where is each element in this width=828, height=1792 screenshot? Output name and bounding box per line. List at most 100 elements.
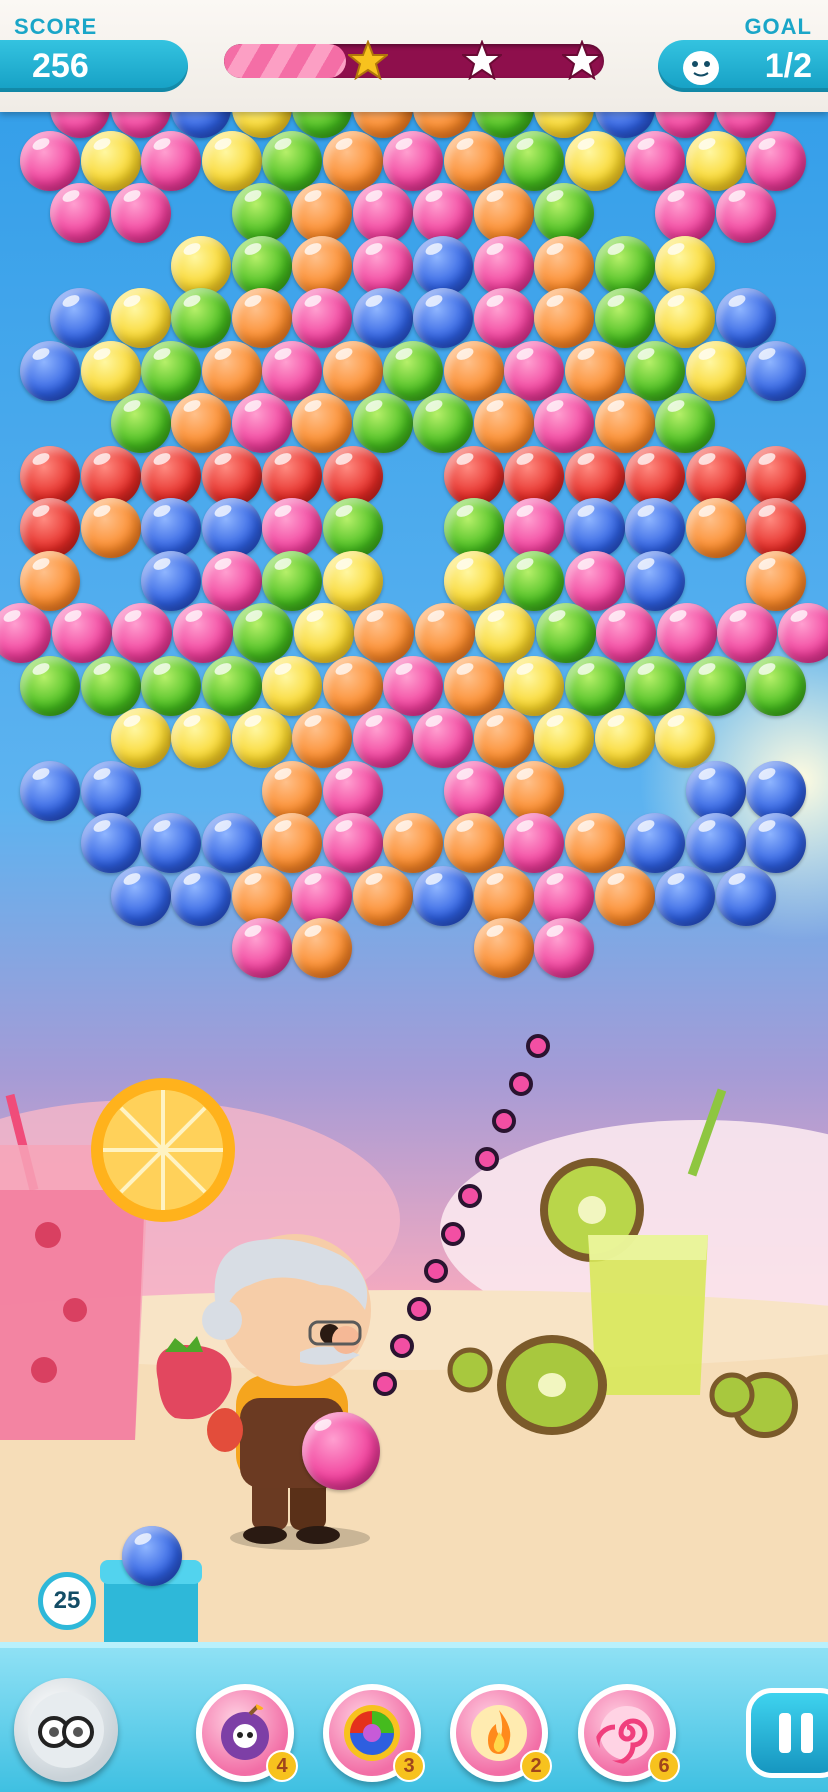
bubble-blue: [564, 498, 625, 558]
next-bubble[interactable]: [122, 1526, 182, 1586]
bubble-green: [564, 655, 625, 716]
bubble-blue: [746, 340, 806, 401]
bubble-yellow: [293, 603, 354, 663]
star-icon-3: [562, 40, 602, 80]
bubble-orange: [292, 708, 352, 768]
bubble-orange: [594, 865, 655, 926]
bubble-pink: [534, 865, 594, 926]
bubble-orange: [504, 760, 564, 821]
bubble-green: [171, 288, 231, 348]
bubble-blue: [20, 760, 80, 821]
bubble-yellow: [201, 130, 262, 191]
bubble-yellow: [80, 130, 141, 191]
bubble-pink: [383, 655, 443, 716]
score-progress-bar: [224, 44, 604, 78]
pause-icon-bar-left: [779, 1713, 791, 1753]
bubble-blue: [715, 865, 776, 926]
bubble-orange: [414, 603, 475, 663]
bubble-pink: [504, 813, 564, 873]
bubble-green: [262, 130, 322, 191]
bubble-green: [625, 340, 685, 401]
bubble-blue: [685, 813, 746, 873]
swap-bubble-button[interactable]: [14, 1678, 118, 1782]
bubble-pink: [655, 183, 715, 243]
bubble-blue: [141, 498, 201, 558]
bubble-yellow: [322, 550, 383, 611]
bubble-blue: [80, 760, 141, 821]
bubble-yellow: [504, 655, 564, 716]
goal-value-pill: 1/2: [658, 40, 828, 92]
bubble-green: [655, 393, 715, 453]
bubble-grid: [0, 0, 828, 1792]
bubble-orange: [354, 603, 414, 663]
bubble-green: [685, 655, 746, 716]
bubble-orange: [262, 760, 322, 821]
bubble-green: [262, 550, 322, 611]
bubble-red: [443, 445, 504, 506]
fire-icon: [471, 1705, 527, 1761]
booster-lollipop-button[interactable]: 6: [578, 1684, 680, 1782]
bubble-pink: [413, 183, 473, 243]
aim-dot: [458, 1184, 482, 1208]
bubble-green: [746, 655, 806, 716]
bubble-yellow: [655, 235, 715, 296]
current-bubble[interactable]: [302, 1412, 380, 1490]
bubble-pink: [110, 183, 171, 243]
bubble-orange: [292, 918, 352, 978]
bubble-orange: [443, 340, 504, 401]
aim-dot: [373, 1372, 397, 1396]
aim-dot: [424, 1259, 448, 1283]
swap-icon: [28, 1692, 104, 1768]
star-icon-2: [462, 40, 502, 80]
bubble-blue: [50, 288, 110, 348]
bubble-blue: [746, 760, 806, 821]
goal-label: GOAL: [744, 14, 812, 39]
bubble-orange: [322, 340, 383, 401]
booster-rainbow-button[interactable]: 3: [323, 1684, 425, 1782]
bubble-blue: [685, 760, 746, 821]
bubble-green: [141, 655, 201, 716]
bubble-blue: [655, 865, 715, 926]
bubble-pink: [50, 183, 110, 243]
bubble-pink: [172, 603, 233, 663]
bubble-pink: [352, 183, 413, 243]
bubble-yellow: [655, 708, 715, 768]
aim-dot: [526, 1034, 550, 1058]
bubble-yellow: [110, 288, 171, 348]
booster-fireball-button[interactable]: 2: [450, 1684, 552, 1782]
star-icon-1: [348, 40, 388, 80]
bubble-orange: [443, 130, 504, 191]
bubble-yellow: [534, 708, 594, 768]
bubble-pink: [292, 288, 352, 348]
bubble-pink: [112, 603, 172, 663]
bubble-pink: [717, 603, 777, 663]
booster-rainbow-count: 3: [393, 1750, 425, 1782]
bubble-red: [746, 445, 806, 506]
bubble-pink: [625, 130, 685, 191]
bubble-pink: [322, 760, 383, 821]
bubble-blue: [746, 813, 806, 873]
bubble-blue: [141, 550, 201, 611]
bubble-pink: [715, 183, 776, 243]
bubble-orange: [473, 918, 534, 978]
bubble-pink: [596, 603, 656, 663]
bubble-red: [141, 445, 201, 506]
bubble-orange: [564, 813, 625, 873]
booster-bomb-count: 4: [266, 1750, 298, 1782]
bubble-pink: [534, 918, 594, 978]
bubble-pink: [352, 708, 413, 768]
booster-bomb-button[interactable]: 4: [196, 1684, 298, 1782]
bubble-pink: [777, 603, 828, 663]
bubble-orange: [352, 865, 413, 926]
bubble-orange: [746, 550, 806, 611]
bubble-green: [535, 603, 596, 663]
swirl-candy-icon: [596, 1706, 654, 1764]
bubble-orange: [171, 393, 231, 453]
bubble-orange: [292, 235, 352, 296]
bubbles-left-counter: 25: [38, 1572, 96, 1630]
bubble-orange: [292, 393, 352, 453]
bubble-blue: [171, 865, 231, 926]
bubble-orange: [80, 498, 141, 558]
bubble-yellow: [685, 130, 746, 191]
pause-button[interactable]: [746, 1688, 828, 1778]
